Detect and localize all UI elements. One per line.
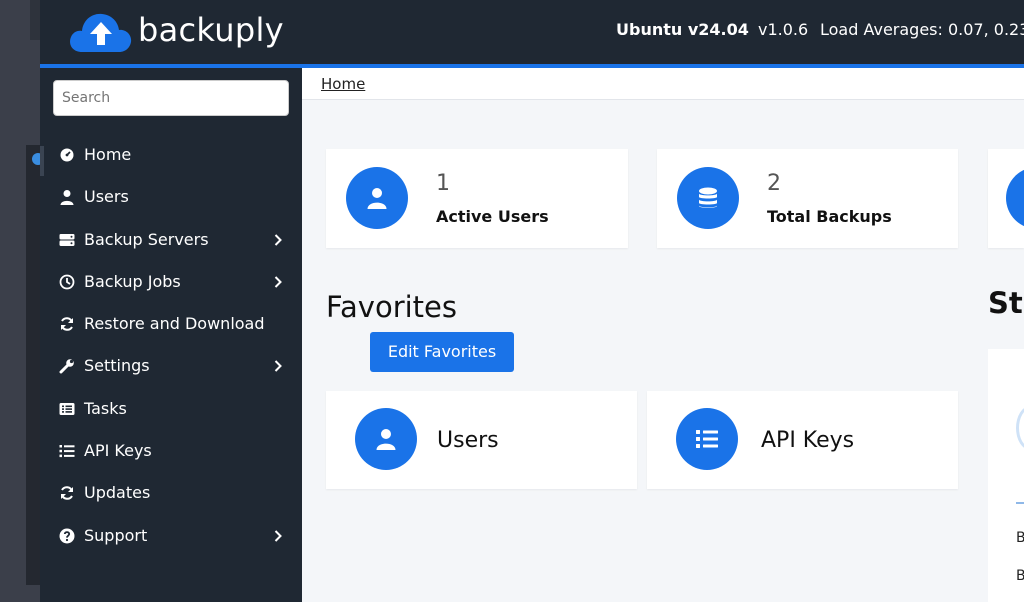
os-version: Ubuntu v24.04 [616,20,749,39]
server-icon [59,234,75,246]
sidebar: Home Users Backup Servers Backup Jobs Re… [40,68,302,602]
backuply-logo [70,13,132,52]
breadcrumb: Home [302,68,1024,100]
stat-icon-circle [1006,167,1024,229]
list-icon [696,430,718,448]
edit-favorites-button[interactable]: Edit Favorites [370,332,514,372]
user-icon [367,188,387,209]
sidebar-item-settings[interactable]: Settings [40,346,302,386]
list-alt-icon [59,403,75,415]
chevron-right-icon [274,276,282,288]
sidebar-item-backup-jobs[interactable]: Backup Jobs [40,262,302,302]
background-window-edge [26,145,40,585]
favorite-icon-circle [355,408,417,470]
gauge-icon [60,148,74,162]
sidebar-item-label: Tasks [84,399,127,418]
stats-panel-partial [988,349,1024,602]
chevron-right-icon [274,360,282,372]
stat-icon-circle [346,167,408,229]
sidebar-item-users[interactable]: Users [40,177,302,217]
sidebar-item-api-keys[interactable]: API Keys [40,431,302,471]
app-version: v1.0.6 [758,20,809,39]
user-icon [60,190,74,205]
chevron-right-icon [274,234,282,246]
search-input[interactable] [53,80,289,116]
stats-heading-partial: St [988,286,1023,320]
sidebar-item-label: Settings [84,356,150,375]
favorite-icon-circle [676,408,738,470]
stat-card-partial [988,149,1024,248]
sidebar-item-label: API Keys [84,441,152,460]
wrench-icon [59,359,74,374]
background-window-edge [30,0,40,40]
panel-text-partial: B [1016,568,1024,584]
favorite-label: Users [437,428,499,453]
sidebar-item-tasks[interactable]: Tasks [40,389,302,429]
favorites-heading: Favorites [326,290,457,324]
sidebar-item-backup-servers[interactable]: Backup Servers [40,220,302,260]
stat-icon-circle [677,167,739,229]
sidebar-item-label: Backup Servers [84,230,209,249]
sync-icon [61,486,73,500]
favorite-card-users[interactable]: Users [326,391,637,489]
divider [1016,502,1024,504]
main-content: Home 1 Active Users 2 Total Backups Favo… [302,68,1024,602]
clock-icon [59,274,75,290]
sidebar-item-label: Restore and Download [84,314,265,333]
desktop-background [0,0,44,602]
favorite-card-api-keys[interactable]: API Keys [647,391,958,489]
sidebar-item-label: Backup Jobs [84,272,181,291]
question-circle-icon [59,528,75,544]
stat-label: Active Users [436,207,549,226]
sidebar-item-label: Support [84,526,148,545]
sidebar-item-support[interactable]: Support [40,516,302,556]
stat-value: 2 [767,171,781,196]
breadcrumb-home-link[interactable]: Home [321,75,365,93]
list-icon [59,445,75,458]
user-icon [376,429,396,450]
stat-label: Total Backups [767,207,892,226]
load-averages: Load Averages: 0.07, 0.23 [820,20,1024,39]
sync-icon [61,317,73,331]
sidebar-item-restore-download[interactable]: Restore and Download [40,304,302,344]
sidebar-item-label: Users [84,187,129,206]
sidebar-item-label: Home [84,145,132,164]
sidebar-item-home[interactable]: Home [40,135,302,175]
stat-card-total-backups: 2 Total Backups [657,149,958,248]
stat-value: 1 [436,171,450,196]
sidebar-item-updates[interactable]: Updates [40,473,302,513]
top-header: backuply Ubuntu v24.04 v1.0.6 Load Avera… [40,0,1024,64]
favorite-label: API Keys [761,428,855,453]
stat-card-active-users: 1 Active Users [326,149,628,248]
sidebar-item-label: Updates [84,483,151,502]
chevron-right-icon [274,530,282,542]
database-icon [699,187,717,208]
brand-name: backuply [138,11,284,49]
panel-text-partial: B [1016,530,1024,546]
